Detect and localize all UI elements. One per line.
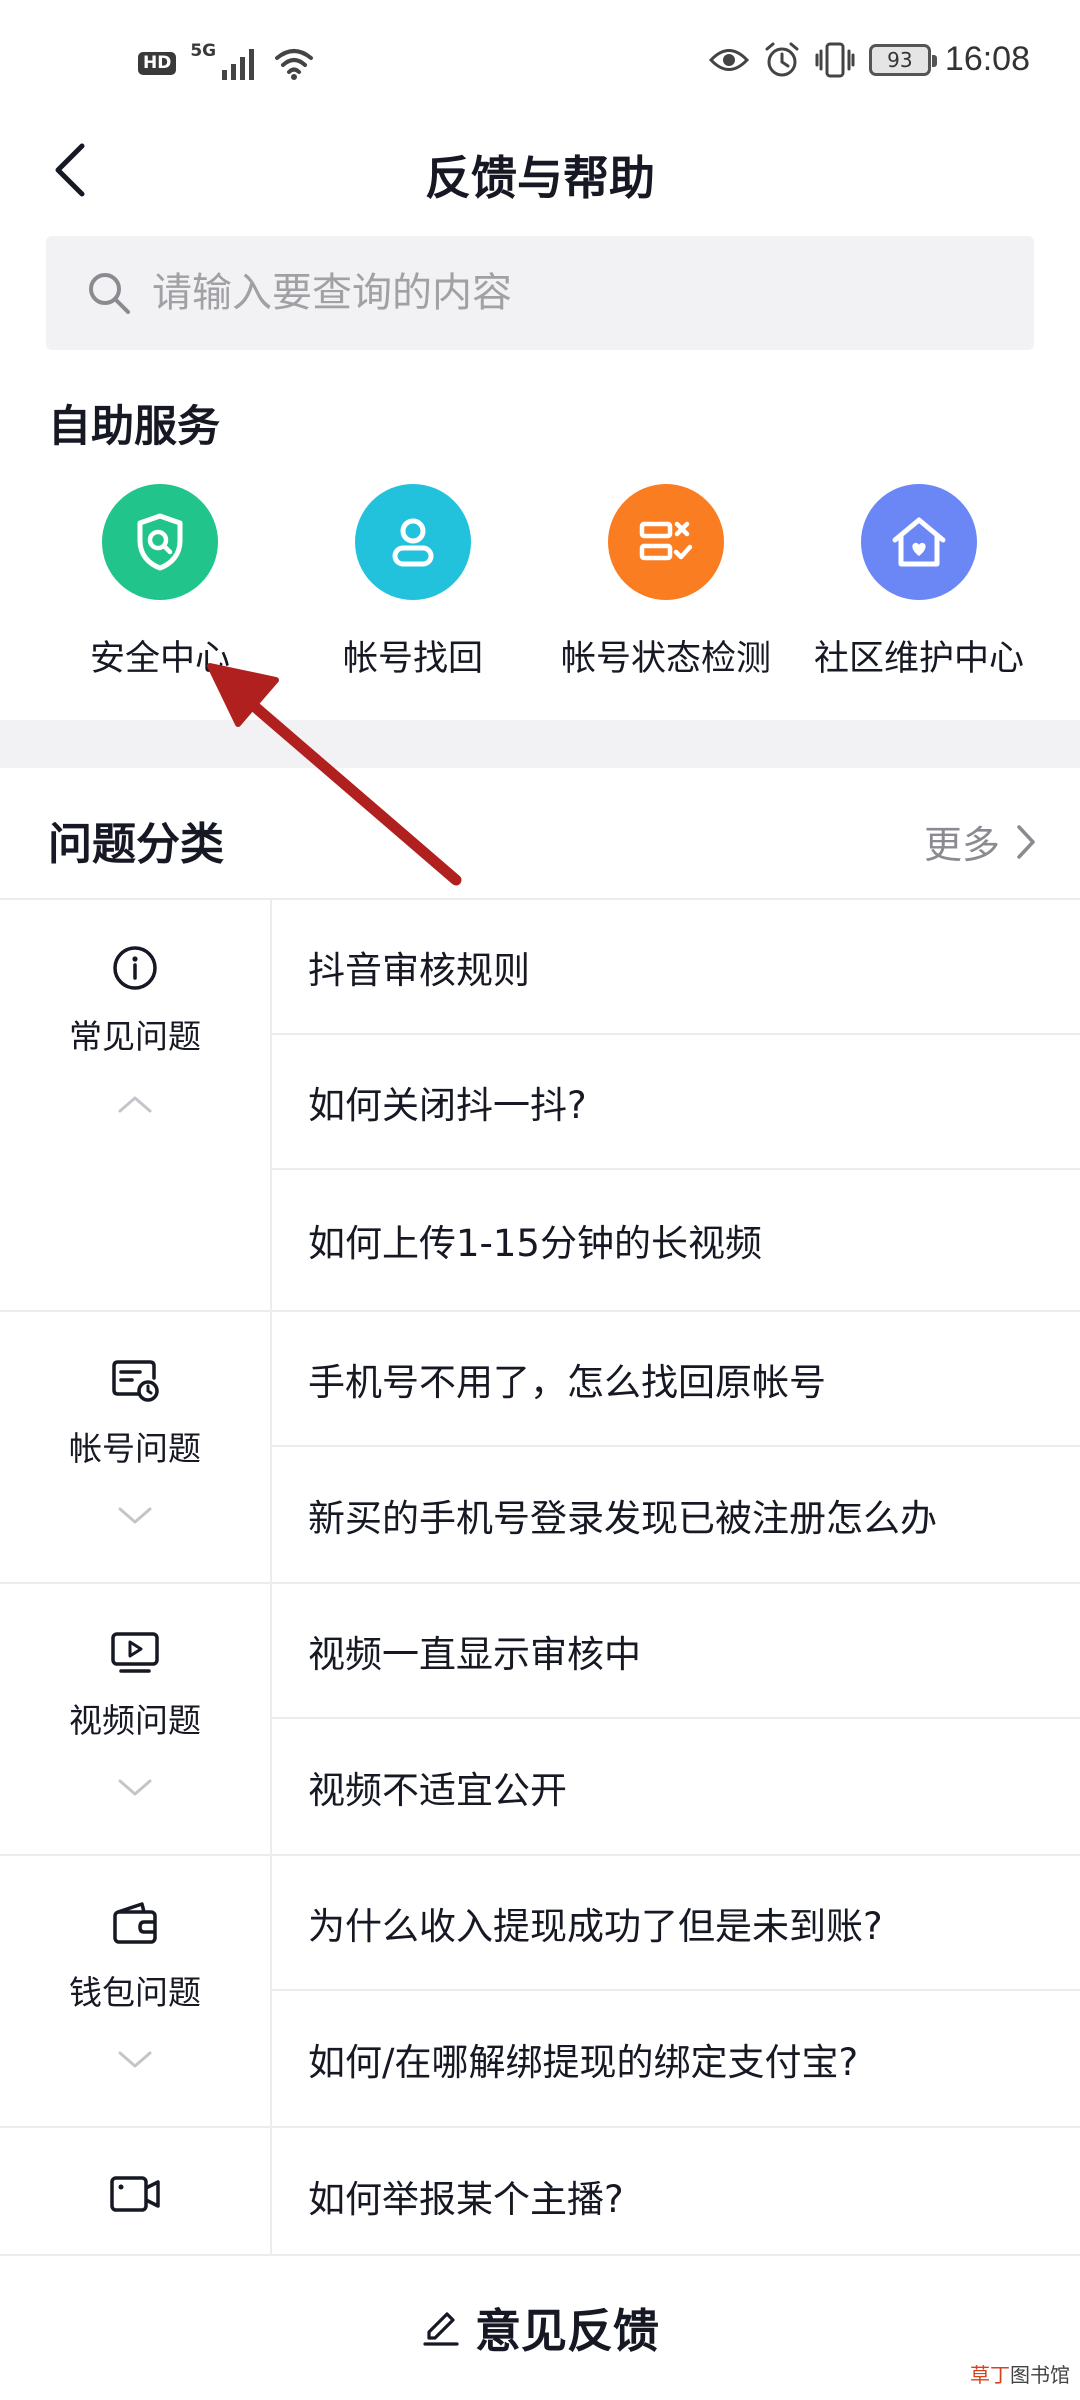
- status-left: HD 5G: [138, 41, 314, 80]
- pencil-icon: [423, 2312, 459, 2346]
- self-service-title: 自助服务: [48, 402, 220, 452]
- question-list: 如何举报某个主播?: [272, 2128, 1080, 2268]
- live-camera-icon: [110, 2176, 160, 2212]
- question-list: 为什么收入提现成功了但是未到账? 如何/在哪解绑提现的绑定支付宝?: [272, 1856, 1080, 2126]
- chevron-down-icon[interactable]: [117, 1506, 153, 1526]
- wallet-icon: [113, 1902, 157, 1944]
- feedback-button[interactable]: 意见反馈: [0, 2254, 1080, 2400]
- category-group-faq: 常见问题 抖音审核规则 如何关闭抖一抖? 如何上传1-15分钟的长视频: [0, 900, 1080, 1312]
- chevron-down-icon[interactable]: [117, 2050, 153, 2070]
- service-label: 安全中心: [89, 639, 230, 679]
- question-item[interactable]: 为什么收入提现成功了但是未到账?: [272, 1856, 1080, 1991]
- service-icon-bg: [861, 484, 977, 600]
- info-icon: [113, 946, 157, 990]
- shield-search-icon: [137, 513, 183, 571]
- account-card-icon: [112, 1360, 159, 1402]
- question-item[interactable]: 视频不适宜公开: [272, 1719, 1080, 1854]
- clock: 16:08: [944, 40, 1030, 78]
- question-item[interactable]: 视频一直显示审核中: [272, 1584, 1080, 1719]
- category-header: 问题分类 更多: [0, 768, 1080, 900]
- home-heart-icon: [892, 517, 946, 567]
- search-input[interactable]: [152, 270, 952, 316]
- category-label: 钱包问题: [69, 1973, 201, 2012]
- service-icon-bg: [102, 484, 218, 600]
- service-account-status-check[interactable]: 帐号状态检测: [531, 484, 801, 681]
- category-label: 视频问题: [69, 1701, 201, 1740]
- question-item[interactable]: 如何关闭抖一抖?: [272, 1035, 1080, 1170]
- category-group-video: 视频问题 视频一直显示审核中 视频不适宜公开: [0, 1584, 1080, 1856]
- watermark: 草丁图书馆: [970, 2359, 1070, 2388]
- user-icon: [392, 518, 434, 567]
- question-item[interactable]: 如何举报某个主播?: [272, 2128, 1080, 2263]
- service-label: 帐号状态检测: [560, 639, 771, 679]
- watermark-text: 图书馆: [1010, 2363, 1070, 2387]
- question-list: 手机号不用了，怎么找回原帐号 新买的手机号登录发现已被注册怎么办: [272, 1312, 1080, 1582]
- category-tab-video[interactable]: 视频问题: [0, 1584, 272, 1854]
- battery-indicator: 93: [868, 43, 937, 76]
- category-group-wallet: 钱包问题 为什么收入提现成功了但是未到账? 如何/在哪解绑提现的绑定支付宝?: [0, 1856, 1080, 2128]
- category-title: 问题分类: [48, 819, 224, 870]
- chevron-up-icon[interactable]: [117, 1094, 153, 1114]
- network-type-label: 5G: [190, 41, 217, 61]
- chevron-down-icon[interactable]: [117, 1778, 153, 1798]
- header: 反馈与帮助: [0, 120, 1080, 220]
- service-label: 社区维护中心: [813, 639, 1024, 679]
- question-item[interactable]: 如何/在哪解绑提现的绑定支付宝?: [272, 1991, 1080, 2126]
- service-community-center[interactable]: 社区维护中心: [784, 484, 1054, 681]
- category-group-account: 帐号问题 手机号不用了，怎么找回原帐号 新买的手机号登录发现已被注册怎么办: [0, 1312, 1080, 1584]
- section-divider: [0, 720, 1080, 768]
- category-label: 帐号问题: [69, 1429, 201, 1468]
- question-item[interactable]: 新买的手机号登录发现已被注册怎么办: [272, 1447, 1080, 1582]
- search-icon: [89, 273, 130, 314]
- hd-badge: HD: [138, 51, 177, 75]
- chevron-right-icon: [1017, 824, 1035, 859]
- service-label: 帐号找回: [342, 639, 483, 679]
- search-bar[interactable]: [46, 236, 1034, 350]
- signal-icon: [222, 49, 255, 80]
- video-play-icon: [111, 1632, 159, 1673]
- wifi-icon: [275, 49, 314, 80]
- alarm-icon: [765, 42, 799, 76]
- status-bar: HD 5G 93 16:08: [0, 0, 1080, 130]
- status-right: 93 16:08: [708, 40, 1030, 79]
- question-item[interactable]: 如何上传1-15分钟的长视频: [272, 1170, 1080, 1310]
- feedback-label: 意见反馈: [475, 2304, 659, 2358]
- category-tab-wallet[interactable]: 钱包问题: [0, 1856, 272, 2126]
- watermark-accent: 草丁: [970, 2363, 1010, 2387]
- service-icon-bg: [608, 484, 724, 600]
- page-title: 反馈与帮助: [425, 151, 655, 205]
- question-item[interactable]: 手机号不用了，怎么找回原帐号: [272, 1312, 1080, 1447]
- category-group-live: 如何举报某个主播?: [0, 2128, 1080, 2268]
- category-tab-account[interactable]: 帐号问题: [0, 1312, 272, 1582]
- category-tab-faq[interactable]: 常见问题: [0, 900, 272, 1310]
- checklist-icon: [639, 521, 693, 561]
- category-tab-live[interactable]: [0, 2128, 272, 2268]
- question-list: 视频一直显示审核中 视频不适宜公开: [272, 1584, 1080, 1854]
- question-list: 抖音审核规则 如何关闭抖一抖? 如何上传1-15分钟的长视频: [272, 900, 1080, 1310]
- category-groups: 常见问题 抖音审核规则 如何关闭抖一抖? 如何上传1-15分钟的长视频 帐号问题: [0, 900, 1080, 2268]
- self-service-list: 安全中心 帐号找回 帐号状态检测 社区维护中心: [0, 484, 1080, 684]
- service-icon-bg: [355, 484, 471, 600]
- service-security-center[interactable]: 安全中心: [25, 484, 295, 681]
- more-label: 更多: [923, 823, 1000, 867]
- service-account-recovery[interactable]: 帐号找回: [278, 484, 548, 681]
- question-item[interactable]: 抖音审核规则: [272, 900, 1080, 1035]
- more-link[interactable]: 更多: [924, 814, 1036, 869]
- eye-icon: [708, 48, 749, 71]
- vibrate-icon: [815, 42, 855, 77]
- category-label: 常见问题: [69, 1017, 201, 1056]
